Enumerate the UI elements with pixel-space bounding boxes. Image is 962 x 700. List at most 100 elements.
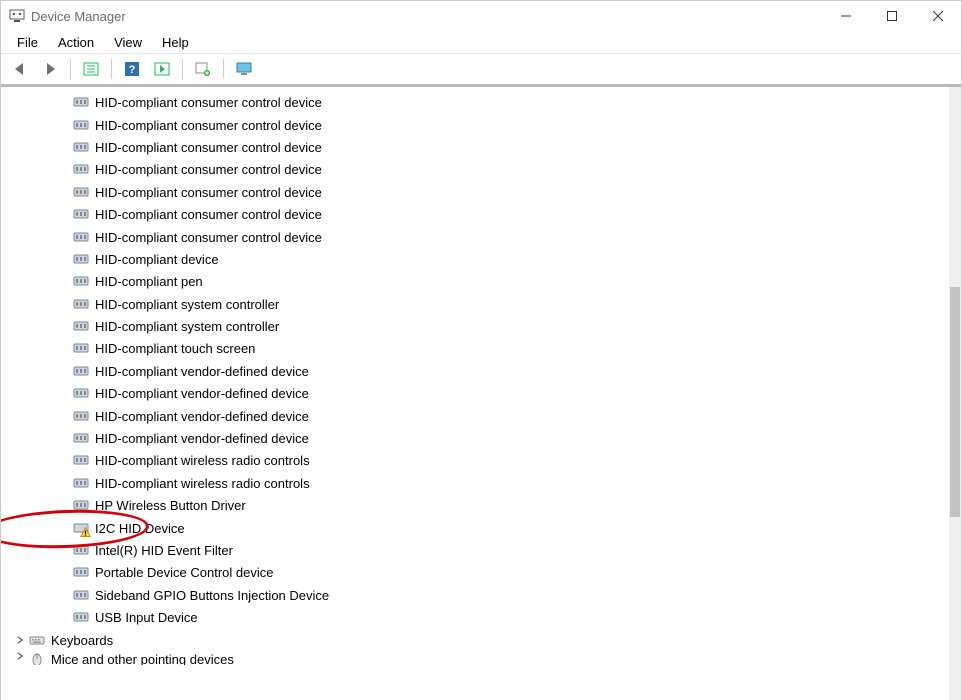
device-row[interactable]: HP Wireless Button Driver	[1, 494, 949, 516]
window-title: Device Manager	[31, 9, 126, 24]
hid-device-icon	[73, 318, 89, 334]
device-row[interactable]: HID-compliant vendor-defined device	[1, 404, 949, 426]
device-label: HID-compliant consumer control device	[95, 229, 322, 245]
device-row[interactable]: HID-compliant consumer control device	[1, 181, 949, 203]
device-label: HID-compliant wireless radio controls	[95, 452, 310, 468]
forward-arrow-icon[interactable]	[37, 56, 63, 82]
device-label: HID-compliant consumer control device	[95, 117, 322, 133]
expand-chevron-icon[interactable]	[13, 651, 27, 661]
device-label: HID-compliant touch screen	[95, 340, 255, 356]
device-warning-icon	[73, 520, 89, 536]
device-row[interactable]: HID-compliant consumer control device	[1, 225, 949, 247]
device-row[interactable]: HID-compliant consumer control device	[1, 158, 949, 180]
hid-device-icon	[73, 94, 89, 110]
device-label: HID-compliant vendor-defined device	[95, 430, 309, 446]
toolbar-separator	[70, 59, 71, 79]
device-row[interactable]: HID-compliant vendor-defined device	[1, 427, 949, 449]
menu-view[interactable]: View	[104, 33, 152, 52]
device-label: HID-compliant system controller	[95, 318, 279, 334]
device-label: HID-compliant vendor-defined device	[95, 363, 309, 379]
hid-device-icon	[73, 340, 89, 356]
scroll-thumb[interactable]	[950, 287, 960, 517]
menu-file[interactable]: File	[7, 33, 48, 52]
expand-chevron-icon[interactable]	[13, 635, 27, 645]
device-label: HID-compliant consumer control device	[95, 184, 322, 200]
device-row[interactable]: Intel(R) HID Event Filter	[1, 539, 949, 561]
device-label: Portable Device Control device	[95, 564, 273, 580]
menu-help[interactable]: Help	[152, 33, 199, 52]
hid-device-icon	[73, 117, 89, 133]
hid-device-icon	[73, 139, 89, 155]
hid-device-icon	[73, 609, 89, 625]
device-label: HID-compliant vendor-defined device	[95, 408, 309, 424]
device-tree[interactable]: HID-compliant consumer control device HID…	[1, 87, 949, 700]
content-area: HID-compliant consumer control device HID…	[1, 85, 961, 700]
device-row[interactable]: HID-compliant system controller	[1, 315, 949, 337]
device-label: I2C HID Device	[95, 520, 185, 536]
device-manager-window: Device Manager File Action View Help ?	[0, 0, 962, 700]
device-label: Intel(R) HID Event Filter	[95, 542, 233, 558]
hid-device-icon	[73, 430, 89, 446]
mouse-icon	[29, 651, 45, 665]
title-bar: Device Manager	[1, 1, 961, 31]
category-label: Keyboards	[51, 632, 113, 648]
device-label: HID-compliant consumer control device	[95, 139, 322, 155]
show-hidden-icon[interactable]	[78, 56, 104, 82]
close-button[interactable]	[915, 1, 961, 31]
hid-device-icon	[73, 206, 89, 222]
menu-bar: File Action View Help	[1, 31, 961, 54]
hid-device-icon	[73, 542, 89, 558]
hid-device-icon	[73, 408, 89, 424]
device-label: HID-compliant system controller	[95, 296, 279, 312]
hid-device-icon	[73, 385, 89, 401]
device-label: HID-compliant consumer control device	[95, 161, 322, 177]
toolbar-separator	[223, 59, 224, 79]
hid-device-icon	[73, 564, 89, 580]
device-row[interactable]: HID-compliant system controller	[1, 293, 949, 315]
monitor-icon[interactable]	[231, 56, 257, 82]
category-row[interactable]: Mice and other pointing devices	[1, 651, 949, 665]
hid-device-icon	[73, 251, 89, 267]
device-label: USB Input Device	[95, 609, 198, 625]
device-row[interactable]: HID-compliant consumer control device	[1, 113, 949, 135]
hid-device-icon	[73, 161, 89, 177]
device-row[interactable]: HID-compliant wireless radio controls	[1, 449, 949, 471]
device-row[interactable]: HID-compliant consumer control device	[1, 203, 949, 225]
keyboard-icon	[29, 632, 45, 648]
vertical-scrollbar[interactable]	[949, 87, 961, 700]
device-label: HID-compliant vendor-defined device	[95, 385, 309, 401]
category-row[interactable]: Keyboards	[1, 628, 949, 650]
device-row[interactable]: HID-compliant wireless radio controls	[1, 472, 949, 494]
action-icon[interactable]	[149, 56, 175, 82]
device-row[interactable]: HID-compliant touch screen	[1, 337, 949, 359]
hid-device-icon	[73, 475, 89, 491]
device-row[interactable]: Portable Device Control device	[1, 561, 949, 583]
device-label: HID-compliant pen	[95, 273, 203, 289]
device-row[interactable]: HID-compliant vendor-defined device	[1, 382, 949, 404]
back-arrow-icon[interactable]	[7, 56, 33, 82]
scan-hardware-icon[interactable]	[190, 56, 216, 82]
device-label: HID-compliant consumer control device	[95, 94, 322, 110]
device-row[interactable]: HID-compliant consumer control device	[1, 91, 949, 113]
maximize-button[interactable]	[869, 1, 915, 31]
toolbar: ?	[1, 54, 961, 85]
device-row[interactable]: Sideband GPIO Buttons Injection Device	[1, 584, 949, 606]
device-row[interactable]: HID-compliant pen	[1, 270, 949, 292]
device-row[interactable]: USB Input Device	[1, 606, 949, 628]
toolbar-separator	[111, 59, 112, 79]
hid-device-icon	[73, 296, 89, 312]
help-icon[interactable]: ?	[119, 56, 145, 82]
hid-device-icon	[73, 273, 89, 289]
device-row[interactable]: HID-compliant vendor-defined device	[1, 360, 949, 382]
minimize-button[interactable]	[823, 1, 869, 31]
hid-device-icon	[73, 229, 89, 245]
scroll-track[interactable]	[949, 87, 961, 700]
category-label: Mice and other pointing devices	[51, 651, 234, 665]
device-label: Sideband GPIO Buttons Injection Device	[95, 587, 329, 603]
device-row[interactable]: HID-compliant consumer control device	[1, 136, 949, 158]
device-row[interactable]: HID-compliant device	[1, 248, 949, 270]
device-label: HID-compliant consumer control device	[95, 206, 322, 222]
hid-device-icon	[73, 452, 89, 468]
menu-action[interactable]: Action	[48, 33, 104, 52]
device-row[interactable]: I2C HID Device	[1, 516, 949, 538]
